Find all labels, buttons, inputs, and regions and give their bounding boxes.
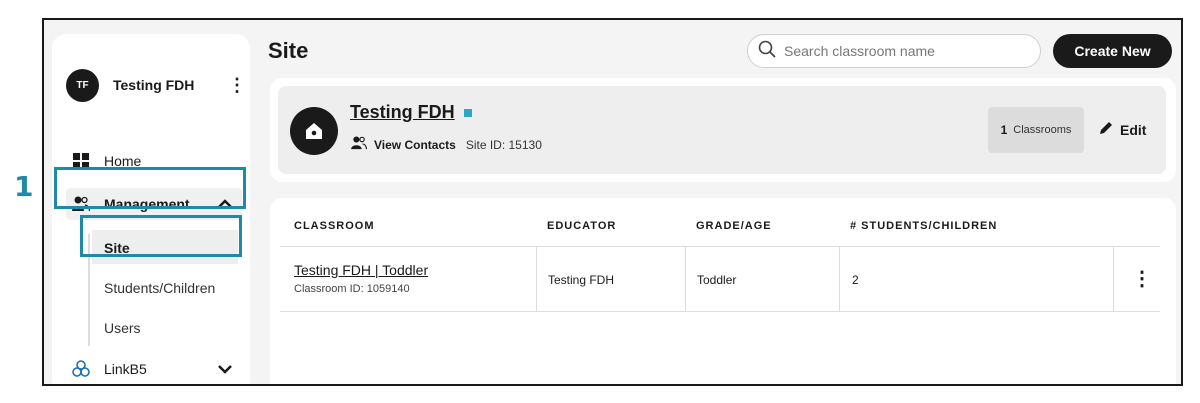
classroom-table: CLASSROOM EDUCATOR GRADE/AGE # STUDENTS/… — [270, 198, 1176, 384]
pencil-icon — [1098, 120, 1114, 139]
kebab-icon[interactable]: ⋮ — [1132, 266, 1152, 291]
sidebar-item-linkb5[interactable]: LinkB5 — [72, 360, 232, 378]
avatar: TF — [66, 68, 99, 102]
highlight-site — [80, 215, 242, 257]
site-meta: View Contacts Site ID: 15130 — [350, 136, 542, 153]
user-name: Testing FDH — [113, 77, 195, 93]
kebab-icon[interactable]: ⋮ — [228, 76, 246, 94]
users-icon — [350, 136, 368, 153]
step-label-1: 1 — [14, 170, 34, 203]
classroom-name-link[interactable]: Testing FDH | Toddler — [294, 262, 428, 278]
chevron-down-icon — [218, 361, 232, 377]
sidebar-subitem-users[interactable]: Users — [104, 320, 141, 336]
user-menu[interactable]: TF Testing FDH ⋮ — [66, 68, 246, 102]
edit-label: Edit — [1120, 121, 1147, 138]
home-icon — [290, 107, 338, 155]
create-new-button[interactable]: Create New — [1053, 34, 1172, 68]
app-window: TF Testing FDH ⋮ Home Management Site St… — [42, 18, 1183, 386]
sidebar-item-label: LinkB5 — [104, 361, 147, 377]
column-divider — [536, 246, 537, 312]
column-divider — [685, 246, 686, 312]
sidebar-subitem-students[interactable]: Students/Children — [104, 280, 215, 296]
classroom-count-badge: 1 Classrooms — [988, 107, 1084, 153]
column-header-students: # STUDENTS/CHILDREN — [850, 220, 998, 232]
classroom-id: Classroom ID: 1059140 — [294, 283, 410, 295]
sidebar: TF Testing FDH ⋮ Home Management Site St… — [52, 34, 250, 384]
link-icon — [72, 360, 90, 378]
search-input[interactable] — [784, 43, 1024, 59]
column-divider — [1113, 246, 1114, 312]
view-contacts-link[interactable]: View Contacts — [374, 138, 456, 152]
column-header-classroom: CLASSROOM — [294, 220, 375, 232]
search-icon — [758, 40, 776, 63]
site-id: Site ID: 15130 — [465, 137, 542, 152]
classroom-count: 1 — [1000, 123, 1008, 137]
row-divider — [280, 311, 1160, 312]
status-indicator — [464, 109, 472, 117]
site-summary: Testing FDH View Contacts Site ID: 15130… — [278, 86, 1166, 174]
column-divider — [839, 246, 840, 312]
edit-button[interactable]: Edit — [1098, 120, 1146, 139]
site-card: Testing FDH View Contacts Site ID: 15130… — [270, 78, 1176, 182]
students-count-cell: 2 — [852, 273, 859, 287]
highlight-management — [54, 167, 246, 209]
site-name-link[interactable]: Testing FDH — [350, 102, 455, 123]
column-header-grade: GRADE/AGE — [696, 220, 772, 232]
classroom-count-label: Classrooms — [1013, 124, 1072, 136]
row-divider — [280, 246, 1160, 247]
column-header-educator: EDUCATOR — [547, 220, 617, 232]
page-title: Site — [268, 38, 309, 63]
grade-cell: Toddler — [697, 273, 737, 287]
educator-cell: Testing FDH — [548, 273, 615, 287]
search-bar[interactable] — [747, 34, 1041, 68]
